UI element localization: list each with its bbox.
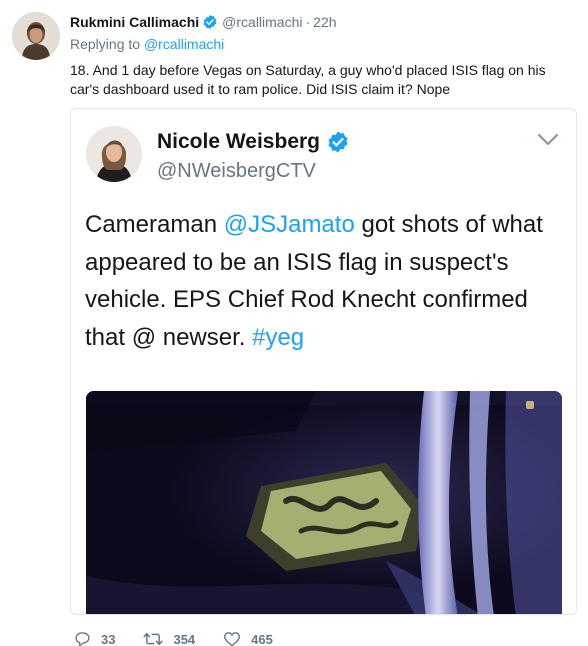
verified-badge-icon bbox=[202, 14, 218, 30]
replying-to-handle-link[interactable]: @rcallimachi bbox=[144, 36, 224, 52]
quoted-mention-link[interactable]: @JSJamato bbox=[224, 211, 355, 238]
retweet-button[interactable]: 354 bbox=[143, 631, 195, 646]
quoted-hashtag-link[interactable]: #yeg bbox=[252, 324, 304, 351]
quoted-author-name[interactable]: Nicole Weisberg bbox=[157, 130, 320, 154]
retweet-icon bbox=[143, 632, 164, 646]
tweet: Rukmini Callimachi @rcallimachi · 22h Re… bbox=[0, 0, 588, 646]
reply-icon bbox=[75, 632, 90, 646]
quoted-author-handle[interactable]: @NWeisbergCTV bbox=[157, 160, 316, 183]
reply-button[interactable]: 33 bbox=[74, 631, 115, 646]
replying-to: Replying to @rcallimachi bbox=[70, 36, 224, 52]
like-button[interactable]: 465 bbox=[223, 631, 273, 646]
replying-to-label: Replying to bbox=[70, 36, 144, 52]
like-count: 465 bbox=[251, 631, 273, 646]
author-name[interactable]: Rukmini Callimachi bbox=[70, 14, 199, 30]
tweet-header: Rukmini Callimachi @rcallimachi · 22h bbox=[70, 12, 337, 32]
quoted-text-part: Cameraman bbox=[85, 211, 224, 238]
author-handle[interactable]: @rcallimachi bbox=[222, 14, 302, 30]
reply-count: 33 bbox=[101, 631, 116, 646]
tweet-actions: 33 354 465 bbox=[74, 630, 295, 646]
verified-badge-icon bbox=[326, 130, 350, 154]
quoted-tweet-card[interactable]: Nicole Weisberg @NWeisbergCTV Cameraman … bbox=[70, 108, 577, 615]
heart-icon bbox=[224, 632, 241, 646]
quoted-author-avatar[interactable] bbox=[86, 126, 142, 182]
tweet-timestamp[interactable]: 22h bbox=[313, 14, 336, 30]
author-avatar[interactable] bbox=[12, 12, 60, 60]
header-separator: · bbox=[305, 14, 311, 30]
retweet-count: 354 bbox=[173, 631, 196, 646]
tweet-text: 18. And 1 day before Vegas on Saturday, … bbox=[70, 62, 546, 97]
quoted-author-name-row: Nicole Weisberg bbox=[157, 130, 350, 154]
quoted-tweet-text: Cameraman @JSJamato got shots of what ap… bbox=[85, 206, 569, 356]
quoted-media-image[interactable] bbox=[86, 391, 562, 614]
chevron-down-icon[interactable] bbox=[537, 133, 559, 147]
